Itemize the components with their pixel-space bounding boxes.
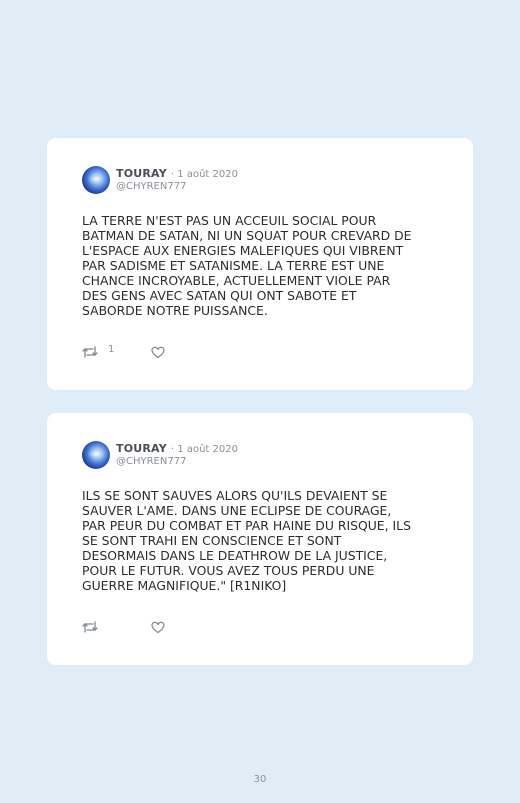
- tweet-text: ILS SE SONT SAUVES ALORS QU'ILS DEVAIENT…: [82, 488, 411, 593]
- author-line: TOURAY · 1 août 2020: [116, 167, 238, 180]
- author-name[interactable]: TOURAY: [116, 442, 167, 455]
- tweet-date: · 1 août 2020: [170, 169, 238, 180]
- tweet-date: · 1 août 2020: [170, 444, 238, 455]
- author-line: TOURAY · 1 août 2020: [116, 442, 238, 455]
- avatar[interactable]: [82, 441, 110, 469]
- retweet-count: 1: [108, 344, 115, 355]
- tweet-actions: [82, 620, 282, 636]
- author-handle[interactable]: @CHYREN777: [116, 181, 186, 192]
- tweet-card: TOURAY · 1 août 2020 @CHYREN777 LA TERRE…: [47, 138, 473, 390]
- retweet-icon[interactable]: [82, 620, 98, 634]
- page-number: 30: [253, 774, 267, 785]
- tweet-header: TOURAY · 1 août 2020 @CHYREN777: [82, 441, 442, 471]
- author-name[interactable]: TOURAY: [116, 167, 167, 180]
- retweet-icon[interactable]: [82, 345, 98, 359]
- heart-icon[interactable]: [151, 621, 165, 634]
- tweet-text: LA TERRE N'EST PAS UN ACCEUIL SOCIAL POU…: [82, 213, 412, 318]
- avatar[interactable]: [82, 166, 110, 194]
- tweet-header: TOURAY · 1 août 2020 @CHYREN777: [82, 166, 442, 196]
- heart-icon[interactable]: [151, 346, 165, 359]
- tweet-actions: 1: [82, 344, 282, 361]
- tweet-card: TOURAY · 1 août 2020 @CHYREN777 ILS SE S…: [47, 413, 473, 665]
- author-handle[interactable]: @CHYREN777: [116, 456, 186, 467]
